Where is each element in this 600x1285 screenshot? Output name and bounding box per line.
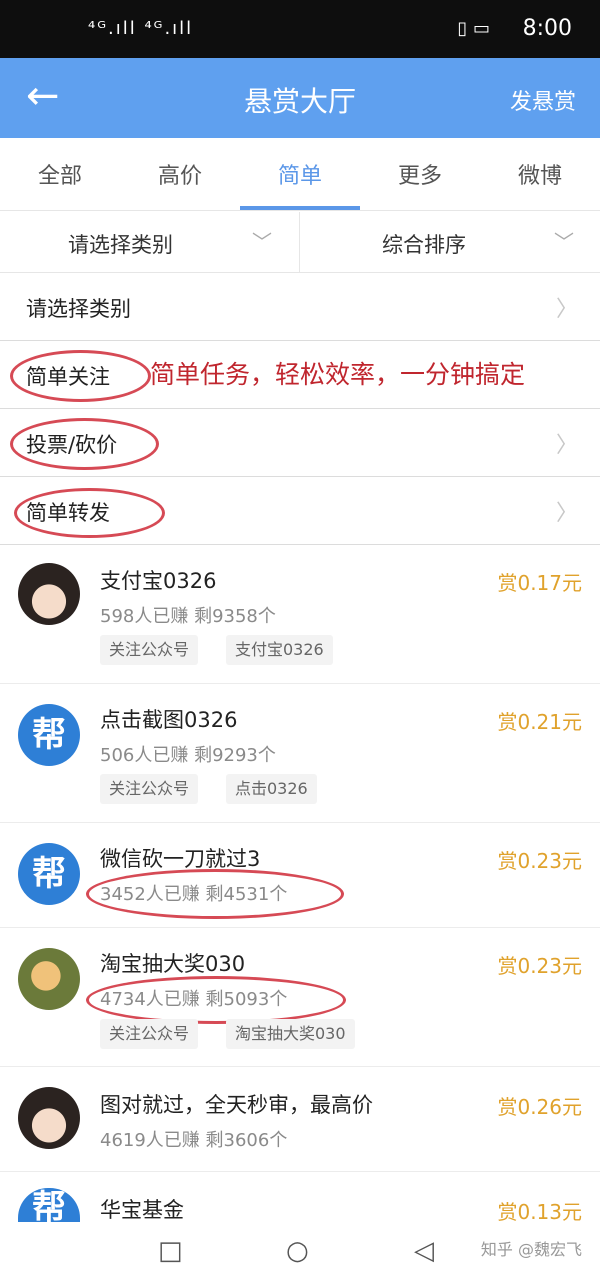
tab-more[interactable]: 更多 [360, 158, 480, 190]
annotation-oval [86, 869, 344, 919]
tab-simple[interactable]: 简单 [240, 158, 360, 190]
duck-avatar-icon [18, 948, 80, 1010]
task-stats: 4619人已赚 剩3606个 [100, 1130, 288, 1151]
category-dropdown-label: 请选择类别 [68, 233, 173, 257]
category-row-select[interactable]: 请选择类别 〉 [0, 273, 600, 341]
annotation-oval [10, 418, 159, 470]
status-bar: ⁴ᴳ.ıll ⁴ᴳ.ıll ▯ ▭ 8:00 [0, 0, 600, 58]
annotation-oval [86, 976, 346, 1024]
girl-avatar-icon [18, 563, 80, 625]
task-reward: 赏0.13元 [497, 1200, 582, 1224]
task-tag: 关注公众号 [100, 1019, 199, 1049]
battery-icon: ▯ ▭ [457, 18, 490, 39]
publish-reward-button[interactable]: 发悬赏 [510, 84, 576, 116]
girl-avatar-icon [18, 1087, 80, 1149]
category-dropdown[interactable]: 请选择类别 ﹀ [0, 212, 299, 272]
app-bar: ← 悬赏大厅 发悬赏 [0, 58, 600, 138]
task-item[interactable]: 支付宝0326 赏0.17元 598人已赚 剩9358个 关注公众号 支付宝03… [0, 545, 600, 684]
task-tag: 淘宝抽大奖030 [226, 1019, 355, 1049]
task-reward: 赏0.23元 [497, 954, 582, 978]
sort-dropdown[interactable]: 综合排序 ﹀ [300, 212, 599, 272]
chevron-right-icon: 〉 [555, 501, 578, 526]
chevron-right-icon: 〉 [555, 433, 578, 458]
task-item[interactable]: 帮 微信砍一刀就过3 赏0.23元 3452人已赚 剩4531个 [0, 823, 600, 928]
annotation-oval [10, 350, 151, 402]
active-tab-indicator [240, 206, 360, 210]
task-title: 华宝基金 [100, 1198, 184, 1222]
task-title: 点击截图0326 [100, 708, 238, 732]
task-title: 淘宝抽大奖030 [100, 952, 246, 976]
task-tag: 关注公众号 [100, 635, 199, 665]
tab-weibo[interactable]: 微博 [480, 158, 600, 190]
task-reward: 赏0.26元 [497, 1095, 582, 1119]
signal-icons: ⁴ᴳ.ıll ⁴ᴳ.ıll [88, 18, 194, 39]
category-label: 请选择类别 [26, 297, 131, 321]
chevron-down-icon: ﹀ [554, 230, 574, 254]
annotation-oval [14, 488, 165, 538]
clock: 8:00 [522, 16, 572, 41]
home-icon[interactable]: ○ [286, 1236, 309, 1266]
task-reward: 赏0.17元 [497, 571, 582, 595]
task-reward: 赏0.21元 [497, 710, 582, 734]
task-item[interactable]: 淘宝抽大奖030 赏0.23元 4734人已赚 剩5093个 关注公众号 淘宝抽… [0, 928, 600, 1067]
task-stats: 506人已赚 剩9293个 [100, 745, 276, 766]
task-reward: 赏0.23元 [497, 849, 582, 873]
watermark: 知乎 @魏宏飞 [480, 1240, 582, 1259]
task-tag: 关注公众号 [100, 774, 199, 804]
task-stats: 598人已赚 剩9358个 [100, 606, 276, 627]
task-item[interactable]: 图对就过，全天秒审，最高价 赏0.26元 4619人已赚 剩3606个 [0, 1067, 600, 1172]
bang-avatar-icon: 帮 [18, 704, 80, 766]
task-title: 图对就过，全天秒审，最高价 [100, 1093, 373, 1117]
sort-dropdown-label: 综合排序 [382, 233, 466, 257]
annotation-text: 简单任务，轻松效率，一分钟搞定 [150, 360, 526, 389]
task-item[interactable]: 帮 点击截图0326 赏0.21元 506人已赚 剩9293个 关注公众号 点击… [0, 684, 600, 823]
tab-all[interactable]: 全部 [0, 158, 120, 190]
tab-bar: 全部 高价 简单 更多 微博 [0, 138, 600, 211]
tab-high-price[interactable]: 高价 [120, 158, 240, 190]
task-title: 支付宝0326 [100, 569, 217, 593]
filter-bar: 请选择类别 ﹀ 综合排序 ﹀ [0, 212, 600, 273]
bang-avatar-icon: 帮 [18, 843, 80, 905]
task-tag: 点击0326 [226, 774, 317, 804]
task-item[interactable]: 帮 华宝基金 赏0.13元 [0, 1172, 600, 1228]
filter-divider [299, 212, 300, 272]
task-tag: 支付宝0326 [226, 635, 333, 665]
chevron-right-icon: 〉 [555, 297, 578, 322]
chevron-down-icon: ﹀ [252, 230, 272, 254]
recent-apps-icon[interactable]: □ [158, 1236, 183, 1266]
back-nav-icon[interactable]: ◁ [414, 1236, 434, 1266]
